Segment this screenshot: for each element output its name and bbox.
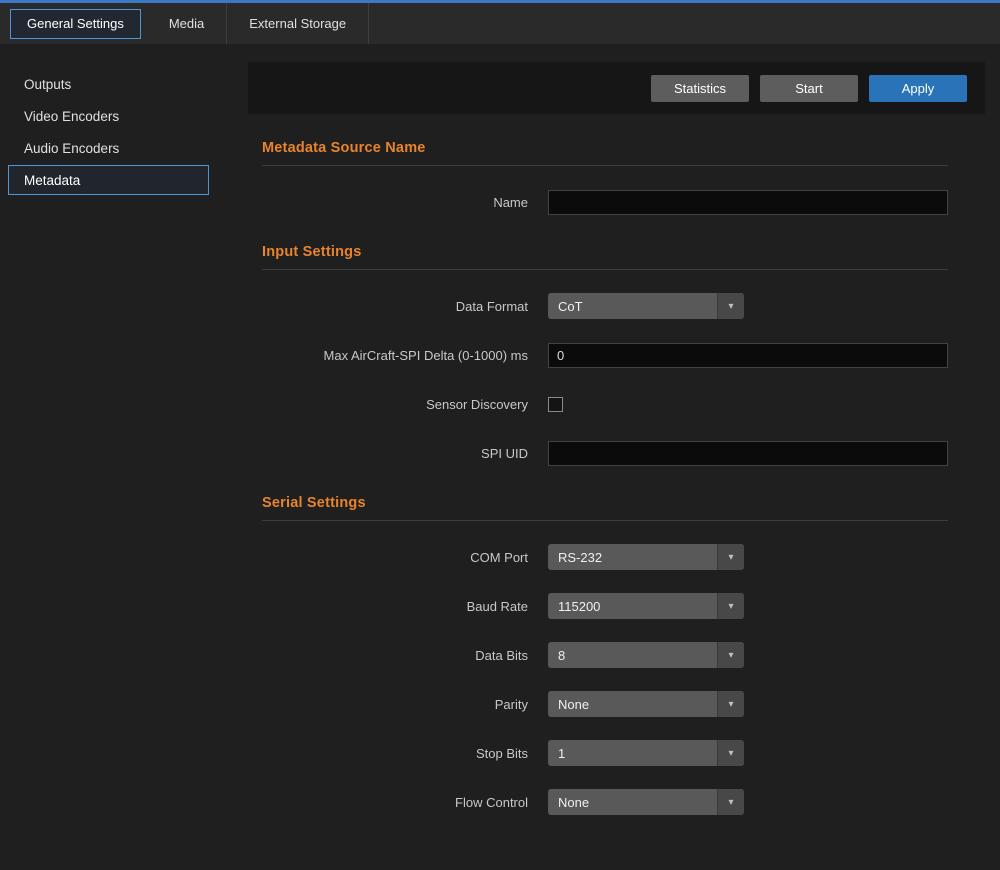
top-tab-bar: General Settings Media External Storage [0, 0, 1000, 44]
sensor-discovery-checkbox[interactable] [548, 397, 563, 412]
field-label: Baud Rate [262, 599, 528, 614]
tab-media[interactable]: Media [147, 3, 227, 44]
spi-uid-input[interactable] [548, 441, 948, 466]
section-title: Serial Settings [262, 495, 948, 521]
tab-general-settings[interactable]: General Settings [10, 9, 141, 39]
content-area: Statistics Start Apply Metadata Source N… [248, 44, 1000, 870]
form-sections: Metadata Source Name Name Input Settings… [262, 140, 948, 815]
sidebar-item-label: Audio Encoders [24, 141, 119, 156]
main-layout: Outputs Video Encoders Audio Encoders Me… [0, 44, 1000, 870]
select-value: None [548, 795, 589, 810]
section-input-settings: Input Settings Data Format CoT ▾ Max Air… [262, 244, 948, 466]
section-title: Metadata Source Name [262, 140, 948, 166]
section-title: Input Settings [262, 244, 948, 270]
chevron-down-icon: ▾ [717, 642, 744, 668]
form-row: Max AirCraft-SPI Delta (0-1000) ms [262, 342, 948, 368]
com-port-select[interactable]: RS-232 ▾ [548, 544, 744, 570]
statistics-button[interactable]: Statistics [651, 75, 749, 102]
field-label: Stop Bits [262, 746, 528, 761]
action-toolbar: Statistics Start Apply [248, 62, 985, 114]
start-button[interactable]: Start [760, 75, 858, 102]
tab-external-storage[interactable]: External Storage [227, 3, 369, 44]
form-row: Parity None ▾ [262, 691, 948, 717]
chevron-down-icon: ▾ [717, 691, 744, 717]
chevron-down-icon: ▾ [717, 740, 744, 766]
form-row: Name [262, 189, 948, 215]
sidebar-item-video-encoders[interactable]: Video Encoders [0, 101, 248, 131]
select-value: CoT [548, 299, 583, 314]
select-value: 8 [548, 648, 565, 663]
select-value: RS-232 [548, 550, 602, 565]
field-label: Flow Control [262, 795, 528, 810]
field-label: SPI UID [262, 446, 528, 461]
form-row: COM Port RS-232 ▾ [262, 544, 948, 570]
baud-rate-select[interactable]: 115200 ▾ [548, 593, 744, 619]
tab-label: General Settings [27, 16, 124, 31]
select-value: 1 [548, 746, 565, 761]
field-label: Sensor Discovery [262, 397, 528, 412]
select-value: None [548, 697, 589, 712]
sidebar-item-metadata[interactable]: Metadata [8, 165, 209, 195]
sidebar-item-label: Video Encoders [24, 109, 119, 124]
data-bits-select[interactable]: 8 ▾ [548, 642, 744, 668]
section-serial-settings: Serial Settings COM Port RS-232 ▾ Baud R… [262, 495, 948, 815]
field-label: Parity [262, 697, 528, 712]
apply-button[interactable]: Apply [869, 75, 967, 102]
sidebar-item-label: Metadata [24, 173, 80, 188]
field-label: Max AirCraft-SPI Delta (0-1000) ms [262, 348, 528, 363]
sidebar: Outputs Video Encoders Audio Encoders Me… [0, 44, 248, 870]
section-metadata-source-name: Metadata Source Name Name [262, 140, 948, 215]
form-row: Data Format CoT ▾ [262, 293, 948, 319]
field-label: Data Format [262, 299, 528, 314]
stop-bits-select[interactable]: 1 ▾ [548, 740, 744, 766]
max-aircraft-spi-delta-input[interactable] [548, 343, 948, 368]
form-row: SPI UID [262, 440, 948, 466]
sidebar-item-outputs[interactable]: Outputs [0, 69, 248, 99]
tab-label: Media [169, 16, 204, 31]
chevron-down-icon: ▾ [717, 544, 744, 570]
field-label: COM Port [262, 550, 528, 565]
select-value: 115200 [548, 599, 600, 614]
sidebar-item-label: Outputs [24, 77, 71, 92]
data-format-select[interactable]: CoT ▾ [548, 293, 744, 319]
form-row: Sensor Discovery [262, 391, 948, 417]
parity-select[interactable]: None ▾ [548, 691, 744, 717]
name-input[interactable] [548, 190, 948, 215]
tab-label: External Storage [249, 16, 346, 31]
chevron-down-icon: ▾ [717, 293, 744, 319]
field-label: Name [262, 195, 528, 210]
form-row: Stop Bits 1 ▾ [262, 740, 948, 766]
form-row: Data Bits 8 ▾ [262, 642, 948, 668]
field-label: Data Bits [262, 648, 528, 663]
form-row: Baud Rate 115200 ▾ [262, 593, 948, 619]
form-row: Flow Control None ▾ [262, 789, 948, 815]
chevron-down-icon: ▾ [717, 593, 744, 619]
sidebar-item-audio-encoders[interactable]: Audio Encoders [0, 133, 248, 163]
flow-control-select[interactable]: None ▾ [548, 789, 744, 815]
chevron-down-icon: ▾ [717, 789, 744, 815]
